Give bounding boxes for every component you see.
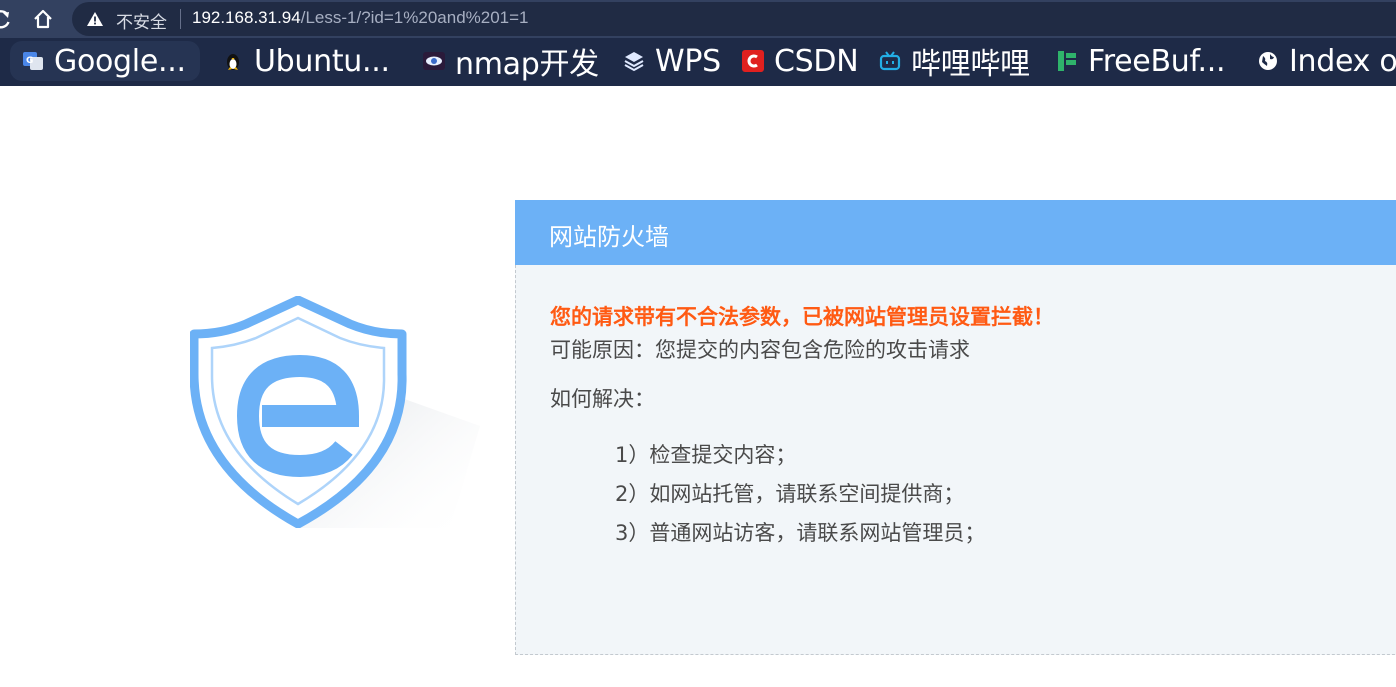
resolution-step: 2）如网站托管，请联系空间提供商； — [615, 482, 965, 506]
bookmark-label: Google... — [54, 43, 186, 79]
how-to-resolve: 如何解决： — [550, 387, 655, 411]
bookmark-label: WPS — [655, 43, 721, 79]
url-text[interactable]: 192.168.31.94/Less-1/?id=1%20and%201=1 — [192, 8, 529, 28]
bookmark-label: FreeBuf... — [1088, 43, 1226, 79]
omnibox-divider — [180, 9, 181, 29]
bookmark-wps[interactable]: WPS — [623, 41, 721, 81]
bookmark-google[interactable]: G Google... — [10, 41, 200, 81]
reload-icon[interactable] — [0, 6, 14, 32]
globe-icon — [1257, 50, 1279, 72]
svg-text:G: G — [26, 56, 33, 66]
layers-icon — [623, 50, 645, 72]
possible-reason: 可能原因：您提交的内容包含危险的攻击请求 — [550, 338, 970, 362]
bookmark-label: nmap开发 — [455, 47, 599, 82]
bookmark-label: Ubuntu... — [254, 43, 390, 79]
bookmark-csdn[interactable]: CSDN — [742, 41, 859, 81]
csdn-icon — [742, 50, 764, 72]
bookmarks-bar: G Google... Ubuntu... nmap开发 WPS CSDN 哔哩… — [0, 38, 1396, 86]
eye-icon — [423, 50, 445, 72]
warning-icon[interactable] — [86, 10, 104, 28]
resolution-step: 1）检查提交内容； — [615, 443, 797, 467]
home-icon[interactable] — [30, 6, 56, 32]
bookmark-ubuntu[interactable]: Ubuntu... — [222, 41, 390, 81]
blocked-alert: 您的请求带有不合法参数，已被网站管理员设置拦截！ — [550, 305, 1054, 329]
panel-body: 您的请求带有不合法参数，已被网站管理员设置拦截！ 可能原因：您提交的内容包含危险… — [515, 265, 1396, 655]
panel-title: 网站防火墙 — [549, 223, 669, 251]
waf-panel: 网站防火墙 您的请求带有不合法参数，已被网站管理员设置拦截！ 可能原因：您提交的… — [515, 200, 1396, 656]
bookmark-freebuf[interactable]: FreeBuf... — [1056, 41, 1226, 81]
panel-header: 网站防火墙 — [515, 200, 1396, 265]
security-label[interactable]: 不安全 — [116, 8, 167, 33]
bookmark-index[interactable]: Index o — [1257, 41, 1396, 81]
penguin-icon — [222, 50, 244, 72]
bookmark-label: CSDN — [774, 43, 859, 79]
bookmark-label: 哔哩哔哩 — [911, 47, 1030, 82]
bookmark-bilibili[interactable]: 哔哩哔哩 — [879, 41, 1030, 82]
waf-shield-logo — [190, 296, 480, 528]
bookmark-label: Index o — [1289, 43, 1396, 79]
bookmark-nmap[interactable]: nmap开发 — [423, 41, 599, 82]
browser-toolbar: 不安全 192.168.31.94/Less-1/?id=1%20and%201… — [0, 0, 1396, 38]
resolution-step: 3）普通网站访客，请联系网站管理员； — [615, 521, 986, 545]
address-bar[interactable]: 不安全 192.168.31.94/Less-1/?id=1%20and%201… — [72, 2, 1396, 36]
bilibili-icon — [879, 50, 901, 72]
google-translate-icon: G — [22, 50, 44, 72]
url-host: 192.168.31.94 — [192, 8, 301, 27]
url-path: /Less-1/?id=1%20and%201=1 — [300, 8, 529, 27]
freebuf-icon — [1056, 50, 1078, 72]
